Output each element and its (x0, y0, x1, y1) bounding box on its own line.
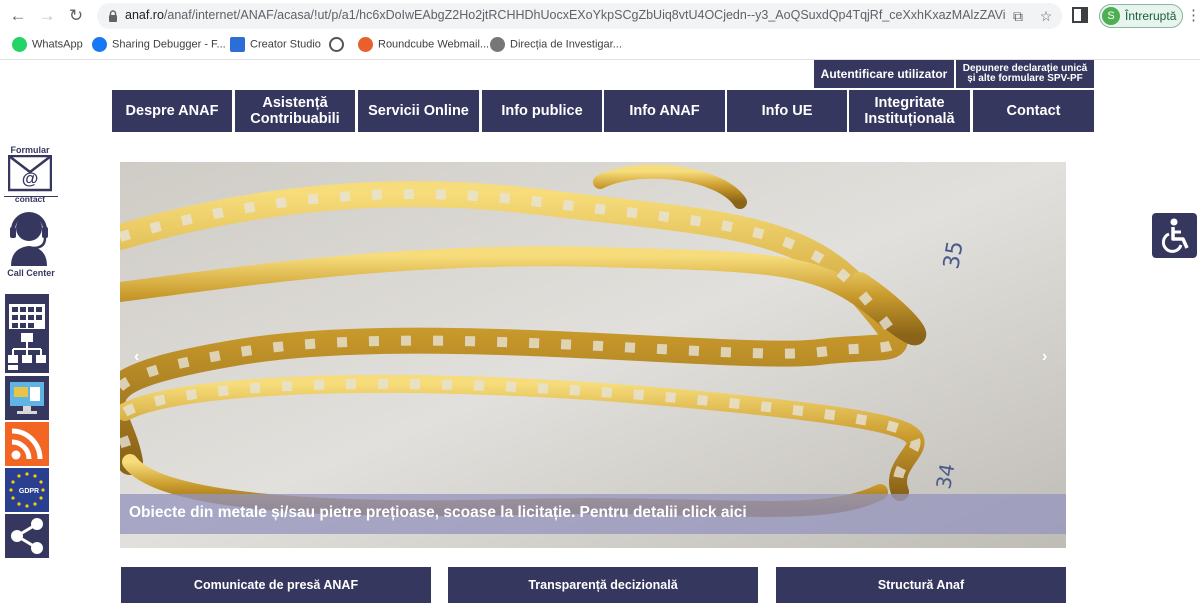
nav-info-ue[interactable]: Info UE (727, 90, 847, 132)
avatar: S (1102, 7, 1120, 25)
share-icon[interactable]: ⧉ (1009, 7, 1027, 25)
photo-label-34: 34 (931, 462, 959, 491)
call-center-icon[interactable] (7, 208, 51, 266)
reload-icon[interactable]: ↻ (64, 4, 88, 28)
address-bar[interactable]: anaf.ro/anaf/internet/ANAF/acasa/!ut/p/a… (97, 3, 1062, 29)
roundcube-icon (358, 37, 373, 52)
hero-carousel[interactable]: 35 34 ‹ › Obiecte din metale și/sau piet… (120, 162, 1066, 548)
globe-icon (329, 37, 344, 52)
kebab-menu-icon[interactable]: ⋮ (1186, 6, 1200, 26)
jewelry-photo: 35 34 (120, 162, 1066, 548)
bookmark-globe[interactable] (329, 37, 349, 55)
facebook-icon (92, 37, 107, 52)
rss-icon[interactable] (5, 422, 49, 466)
form-contact-bottom-label: contact (14, 194, 46, 204)
bookmark-creator-studio[interactable]: Creator Studio (230, 37, 321, 55)
photo-label-35: 35 (939, 239, 968, 271)
gdpr-icon[interactable]: GDPR (5, 468, 49, 512)
nav-servicii-online[interactable]: Servicii Online (358, 90, 479, 132)
main-navigation: Despre ANAF Asistență Contribuabili Serv… (112, 90, 1094, 132)
sitemap-icon[interactable] (5, 329, 49, 373)
carousel-prev-button[interactable]: ‹ (134, 348, 139, 366)
url-text: anaf.ro/anaf/internet/ANAF/acasa/!ut/p/a… (125, 8, 1005, 22)
share-network-icon[interactable] (5, 514, 49, 558)
creator-studio-icon (230, 37, 245, 52)
spv-button[interactable]: Depunere declarație unică și alte formul… (956, 60, 1094, 88)
spv-line-2: și alte formulare SPV-PF (967, 73, 1083, 84)
nav-info-anaf[interactable]: Info ANAF (604, 90, 725, 132)
svg-text:@: @ (22, 169, 39, 188)
auth-button[interactable]: Autentificare utilizator (814, 60, 954, 88)
carousel-caption-bar[interactable]: Obiecte din metale și/sau pietre prețioa… (120, 494, 1066, 534)
whatsapp-icon (12, 37, 27, 52)
nav-asistenta[interactable]: Asistență Contribuabili (235, 90, 355, 132)
back-arrow-icon[interactable]: ← (6, 4, 30, 28)
call-center-label: Call Center (7, 268, 55, 278)
nav-despre-anaf[interactable]: Despre ANAF (112, 90, 232, 132)
lock-icon (109, 10, 117, 22)
carousel-next-button[interactable]: › (1042, 348, 1047, 366)
wheelchair-icon (1161, 218, 1189, 253)
structure-button[interactable]: Structură Anaf (776, 567, 1066, 603)
side-panel-icon[interactable] (1072, 7, 1088, 23)
gdpr-label: GDPR (19, 488, 39, 495)
bookmarks-bar: WhatsApp Sharing Debugger - F... Creator… (0, 32, 1200, 60)
bookmark-roundcube[interactable]: Roundcube Webmail... (358, 37, 489, 55)
forward-arrow-icon[interactable]: → (35, 4, 59, 28)
bookmark-sharing-debugger[interactable]: Sharing Debugger - F... (92, 37, 226, 55)
profile-status: Întreruptă (1125, 9, 1177, 23)
browser-toolbar: ← → ↻ anaf.ro/anaf/internet/ANAF/acasa/!… (0, 0, 1200, 32)
computer-monitor-icon[interactable] (5, 376, 49, 420)
accessibility-button[interactable] (1152, 213, 1197, 258)
left-sidebar: Formular @ contact Call Center GDPR (0, 140, 60, 570)
nav-contact[interactable]: Contact (973, 90, 1094, 132)
bookmark-directia[interactable]: Direcția de Investigar... (490, 37, 622, 55)
bookmark-whatsapp[interactable]: WhatsApp (12, 37, 83, 55)
nav-integritate[interactable]: Integritate Instituțională (849, 90, 970, 132)
star-icon[interactable]: ☆ (1037, 7, 1055, 25)
email-icon[interactable]: @ (8, 155, 52, 193)
press-releases-button[interactable]: Comunicate de presă ANAF (121, 567, 431, 603)
nav-info-publice[interactable]: Info publice (482, 90, 602, 132)
police-badge-icon (490, 37, 505, 52)
carousel-caption[interactable]: Obiecte din metale și/sau pietre prețioa… (129, 504, 747, 522)
profile-button[interactable]: S Întreruptă (1099, 4, 1183, 28)
form-contact-top-label: Formular (10, 145, 50, 155)
transparency-button[interactable]: Transparență decizională (448, 567, 758, 603)
